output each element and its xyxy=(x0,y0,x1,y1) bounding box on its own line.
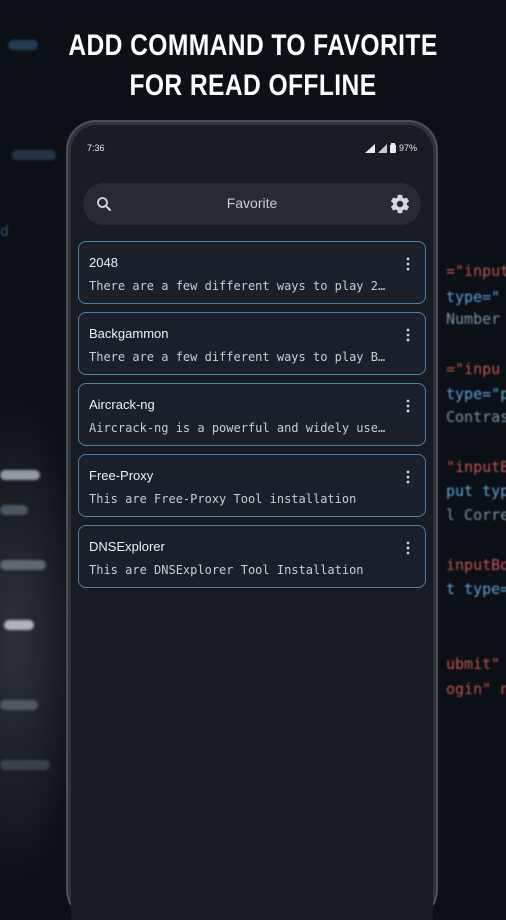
status-time: 7:36 xyxy=(87,143,105,153)
favorite-title: 2048 xyxy=(89,255,118,270)
favorite-title: Backgammon xyxy=(89,326,169,341)
favorite-card[interactable]: Aircrack-ng Aircrack-ng is a powerful an… xyxy=(78,383,426,446)
wifi-icon xyxy=(364,143,375,153)
favorite-title: Aircrack-ng xyxy=(89,397,155,412)
promo-headline: ADD COMMAND TO FAVORITE FOR READ OFFLINE xyxy=(46,26,461,106)
favorite-title: DNSExplorer xyxy=(89,539,165,554)
app-screen: 7:36 97% Favorite 2048 There are a few d… xyxy=(71,125,433,920)
favorite-description: This are DNSExplorer Tool Installation xyxy=(89,563,364,577)
battery-level: 97% xyxy=(398,143,417,153)
favorite-card[interactable]: DNSExplorer This are DNSExplorer Tool In… xyxy=(78,525,426,588)
status-icons: 97% xyxy=(364,143,417,153)
favorites-list: 2048 There are a few different ways to p… xyxy=(78,241,426,596)
favorite-description: Aircrack-ng is a powerful and widely use… xyxy=(89,421,389,435)
more-vert-icon[interactable] xyxy=(405,398,411,414)
headline-line-1: ADD COMMAND TO FAVORITE xyxy=(68,29,438,62)
more-vert-icon[interactable] xyxy=(405,327,411,343)
favorite-card[interactable]: 2048 There are a few different ways to p… xyxy=(78,241,426,304)
more-vert-icon[interactable] xyxy=(405,469,411,485)
favorite-description: There are a few different ways to play B… xyxy=(89,350,389,364)
headline-line-2: FOR READ OFFLINE xyxy=(129,69,377,102)
more-vert-icon[interactable] xyxy=(405,540,411,556)
status-bar: 7:36 97% xyxy=(87,143,417,157)
signal-icon xyxy=(377,143,387,153)
favorite-description: There are a few different ways to play 2… xyxy=(89,279,389,293)
favorite-card[interactable]: Backgammon There are a few different way… xyxy=(78,312,426,375)
favorite-description: This are Free-Proxy Tool installation xyxy=(89,492,357,506)
battery-icon xyxy=(389,143,396,153)
search-bar[interactable]: Favorite xyxy=(83,183,421,225)
favorite-card[interactable]: Free-Proxy This are Free-Proxy Tool inst… xyxy=(78,454,426,517)
more-vert-icon[interactable] xyxy=(405,256,411,272)
favorite-title: Free-Proxy xyxy=(89,468,154,483)
phone-frame: 7:36 97% Favorite 2048 There are a few d… xyxy=(66,120,438,920)
page-title: Favorite xyxy=(226,195,278,211)
gear-icon[interactable] xyxy=(389,193,411,215)
